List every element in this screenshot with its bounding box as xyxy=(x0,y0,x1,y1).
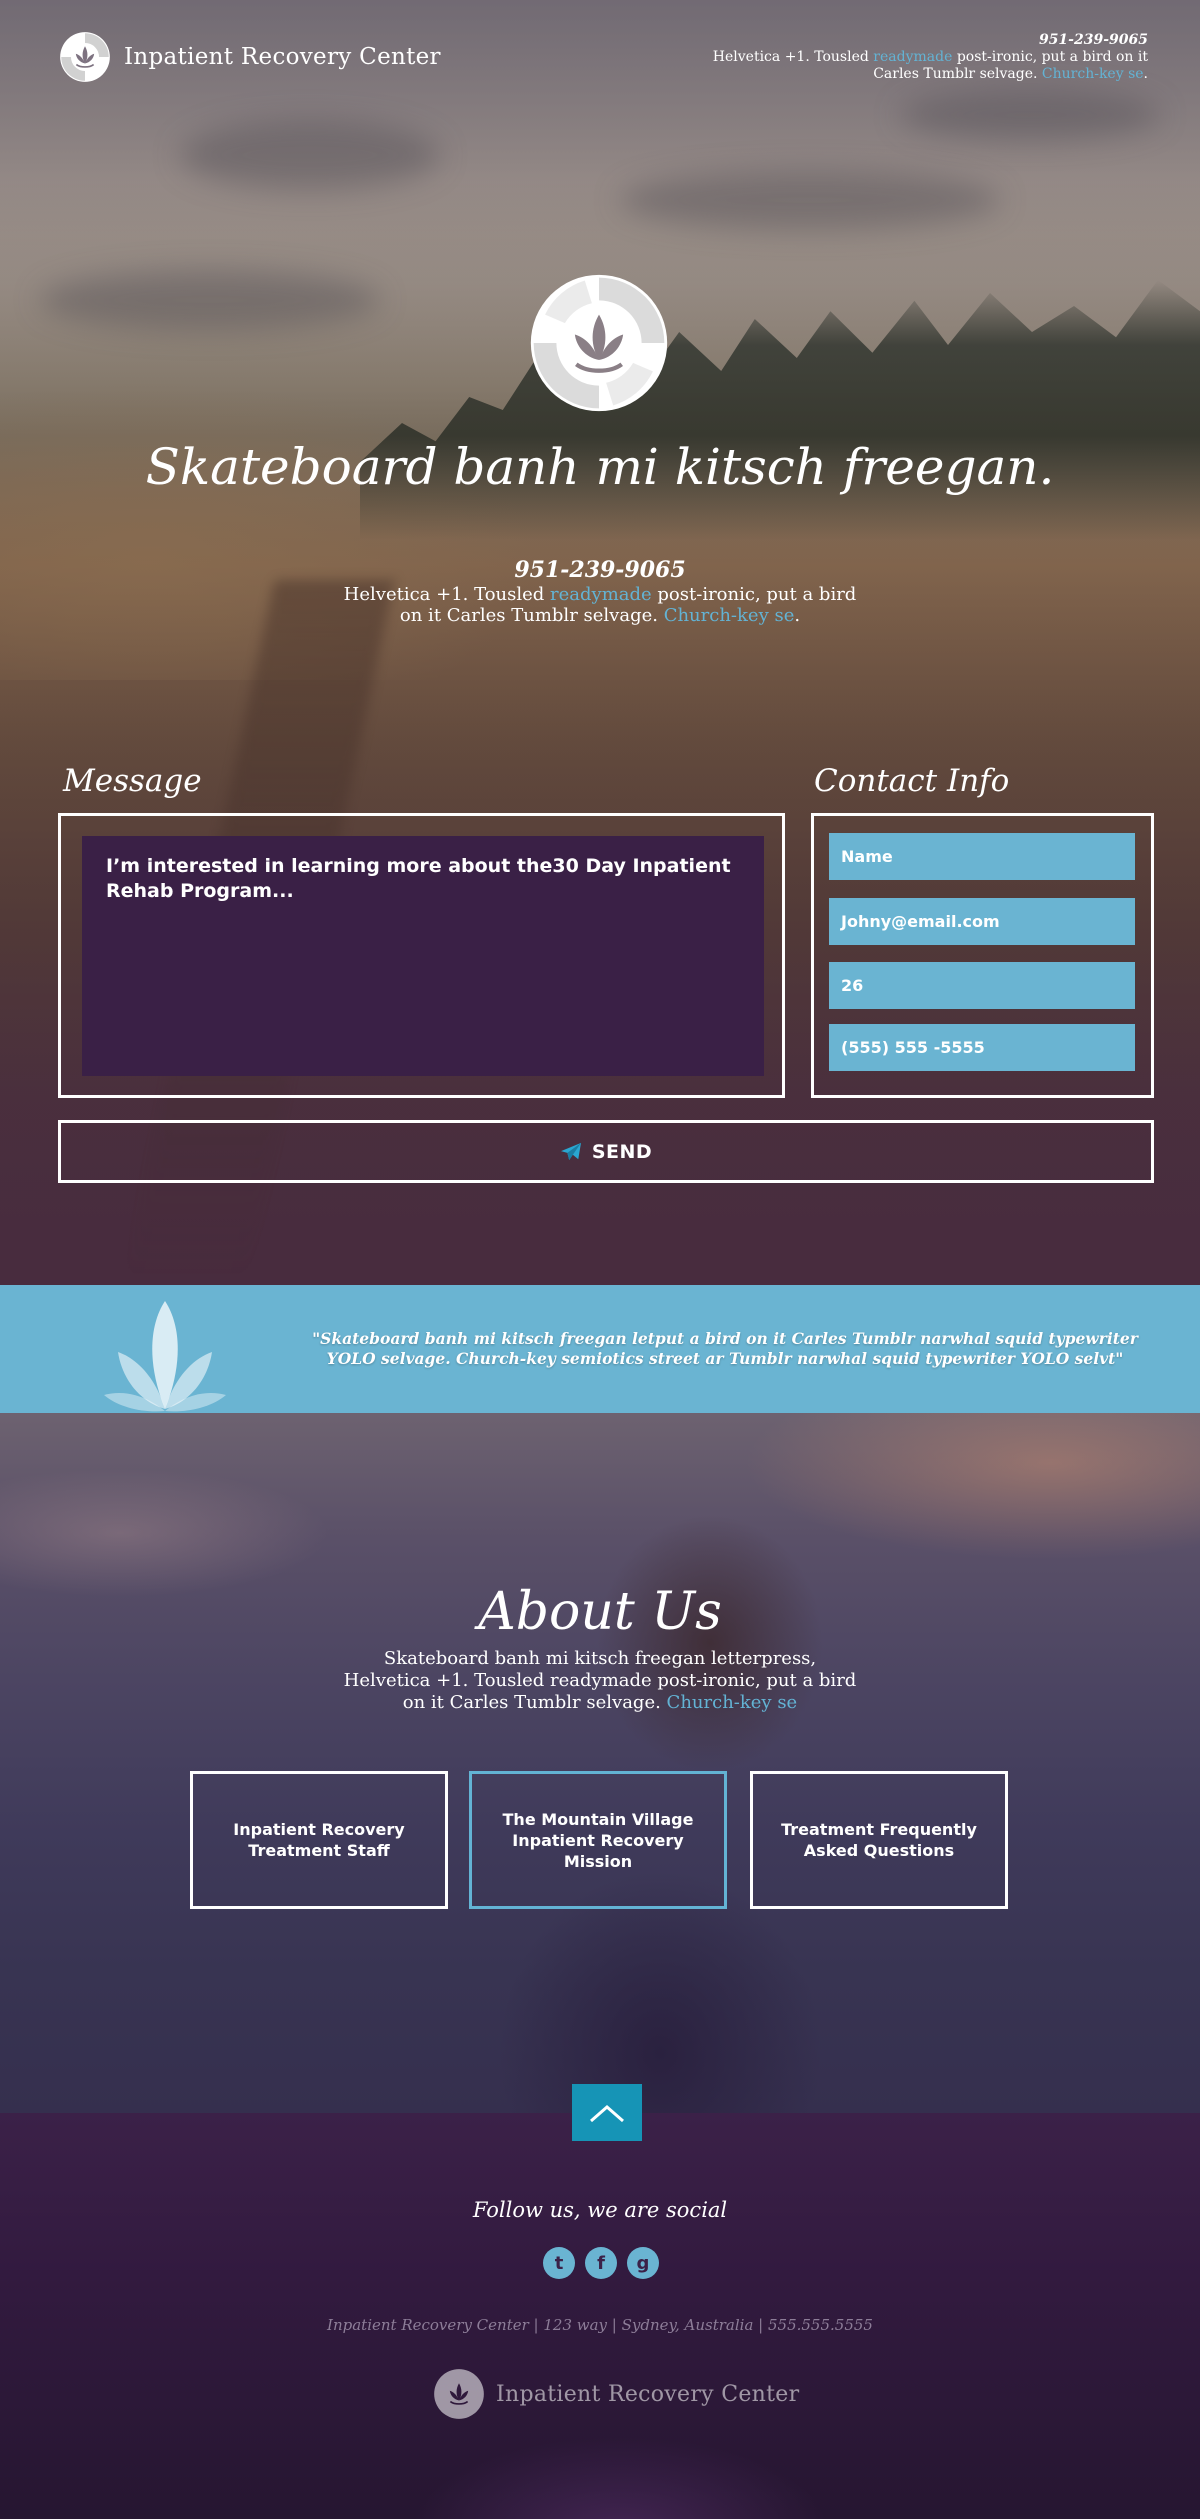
header-desc-text: . xyxy=(1143,66,1148,82)
hero-description: Helvetica +1. Tousled readymade post-iro… xyxy=(340,584,860,626)
treeline-shape xyxy=(360,280,1200,540)
header-description: Helvetica +1. Tousled readymade post-iro… xyxy=(708,49,1148,83)
church-key-link[interactable]: Church-key se xyxy=(667,1692,798,1713)
mission-card[interactable]: The Mountain Village Inpatient Recovery … xyxy=(469,1771,727,1909)
hero-desc-text: Helvetica +1. Tousled xyxy=(343,584,551,605)
church-key-link[interactable]: Church-key se xyxy=(1042,66,1144,82)
header-phone[interactable]: 951-239-9065 xyxy=(708,32,1148,49)
contact-info-heading: Contact Info xyxy=(814,763,1010,799)
testimonial-quote: "Skateboard banh mi kitsch freegan letpu… xyxy=(312,1329,1138,1368)
cloud-shape xyxy=(900,90,1160,140)
faq-card[interactable]: Treatment Frequently Asked Questions xyxy=(750,1771,1008,1909)
footer-address: Inpatient Recovery Center | 123 way | Sy… xyxy=(327,2316,873,2334)
age-field[interactable]: 26 xyxy=(829,962,1135,1009)
hero-title: Skateboard banh mi kitsch freegan. xyxy=(145,438,1055,496)
twitter-icon[interactable]: t xyxy=(543,2247,575,2279)
header-desc-text: Helvetica +1. Tousled xyxy=(712,49,874,65)
lotus-logo-icon xyxy=(60,32,110,82)
send-button[interactable]: SEND xyxy=(58,1120,1154,1183)
church-key-link[interactable]: Church-key se xyxy=(664,605,795,626)
follow-heading: Follow us, we are social xyxy=(472,2198,728,2222)
footer-lotus-logo-icon xyxy=(434,2369,484,2419)
cloud-shape xyxy=(620,170,1000,230)
footer-brand-name: Inpatient Recovery Center xyxy=(496,2381,800,2407)
phone-field[interactable]: (555) 555 -5555 xyxy=(829,1024,1135,1071)
chevron-up-icon xyxy=(590,2104,624,2122)
staff-card[interactable]: Inpatient Recovery Treatment Staff xyxy=(190,1771,448,1909)
readymade-link[interactable]: readymade xyxy=(550,584,652,605)
lotus-watermark-icon xyxy=(104,1301,226,1412)
about-description: Skateboard banh mi kitsch freegan letter… xyxy=(340,1648,860,1714)
brand-name: Inpatient Recovery Center xyxy=(124,44,441,70)
email-field[interactable]: Johny@email.com xyxy=(829,898,1135,945)
message-textarea[interactable]: I’m interested in learning more about th… xyxy=(82,836,764,1076)
hero-lotus-logo-icon xyxy=(530,274,668,412)
message-heading: Message xyxy=(63,763,202,799)
cloud-shape xyxy=(40,270,380,330)
readymade-link[interactable]: readymade xyxy=(873,49,952,65)
about-section xyxy=(0,1413,1200,2113)
hero-phone[interactable]: 951-239-9065 xyxy=(0,557,1200,583)
social-links: t f g xyxy=(543,2247,659,2279)
hero-desc-text: . xyxy=(794,605,801,626)
back-to-top-button[interactable] xyxy=(572,2084,642,2141)
cloud-shape xyxy=(180,120,440,190)
name-field[interactable]: Name xyxy=(829,833,1135,880)
google-plus-icon[interactable]: g xyxy=(627,2247,659,2279)
facebook-icon[interactable]: f xyxy=(585,2247,617,2279)
header-contact-info: 951-239-9065 Helvetica +1. Tousled ready… xyxy=(708,32,1148,83)
testimonial-band: "Skateboard banh mi kitsch freegan letpu… xyxy=(0,1285,1200,1413)
footer-brand[interactable]: Inpatient Recovery Center xyxy=(432,2367,799,2421)
paper-plane-icon xyxy=(560,1142,581,1160)
about-title: About Us xyxy=(478,1582,722,1642)
send-label: SEND xyxy=(591,1140,653,1163)
brand-logo-link[interactable]: Inpatient Recovery Center xyxy=(58,30,441,84)
